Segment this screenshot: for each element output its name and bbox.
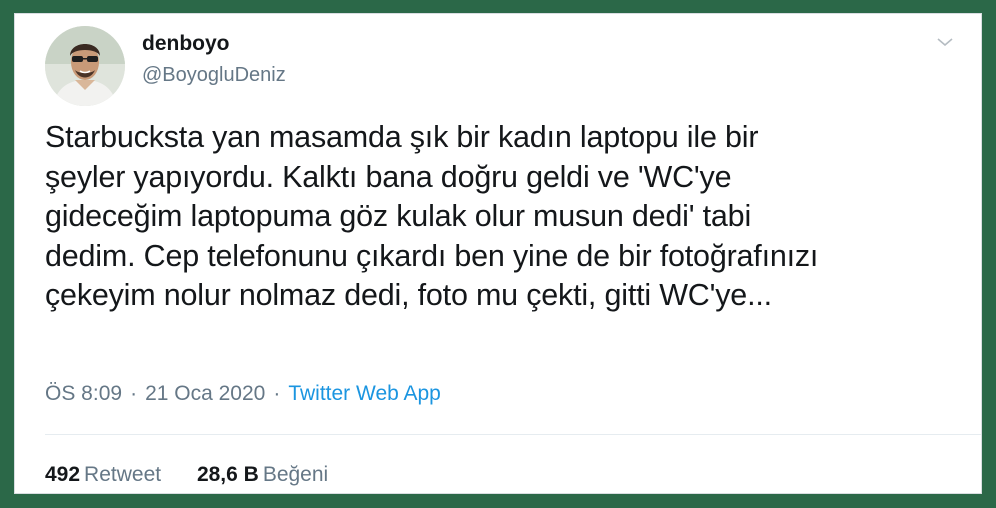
tweet-meta: ÖS 8:09 · 21 Oca 2020 · Twitter Web App bbox=[45, 381, 441, 407]
tweet-card: denboyo @BoyogluDeniz Starbucksta yan ma… bbox=[14, 13, 982, 494]
avatar[interactable] bbox=[45, 26, 125, 106]
likes-count: 28,6 B bbox=[196, 463, 259, 486]
tweet-source-link[interactable]: Twitter Web App bbox=[288, 382, 441, 405]
likes-stat[interactable]: 28,6 B Beğeni bbox=[197, 462, 328, 488]
divider bbox=[45, 434, 981, 435]
user-handle[interactable]: @BoyogluDeniz bbox=[142, 62, 286, 88]
meta-separator: · bbox=[130, 382, 138, 405]
chevron-down-icon[interactable] bbox=[937, 38, 953, 46]
retweets-count: 492 bbox=[45, 463, 81, 486]
likes-label: Beğeni bbox=[262, 463, 329, 486]
tweet-time[interactable]: ÖS 8:09 bbox=[45, 382, 122, 405]
tweet-text: Starbucksta yan masamda şık bir kadın la… bbox=[45, 120, 819, 312]
tweet-date[interactable]: 21 Oca 2020 bbox=[145, 382, 265, 405]
tweet-stats: 492 Retweet 28,6 B Beğeni bbox=[45, 462, 358, 488]
display-name[interactable]: denboyo bbox=[142, 31, 230, 57]
retweets-label: Retweet bbox=[84, 463, 162, 486]
retweets-stat[interactable]: 492 Retweet bbox=[45, 462, 161, 488]
user-avatar-photo bbox=[45, 26, 125, 106]
meta-separator: · bbox=[273, 382, 281, 405]
